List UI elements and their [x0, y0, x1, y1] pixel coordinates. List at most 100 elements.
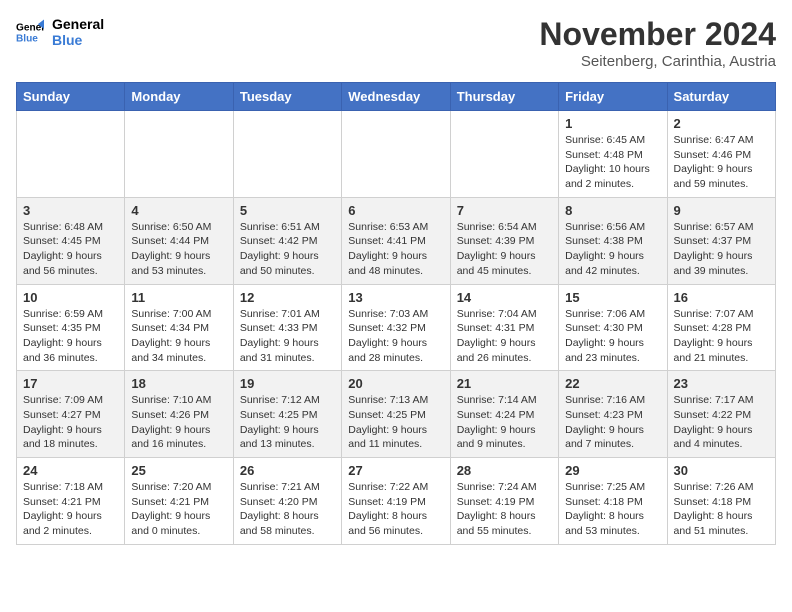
calendar-cell: 10 Sunrise: 6:59 AM Sunset: 4:35 PM Dayli…: [17, 284, 125, 371]
day-info: Sunrise: 7:04 AM Sunset: 4:31 PM Dayligh…: [457, 307, 552, 366]
day-number: 28: [457, 463, 552, 478]
day-header-friday: Friday: [559, 83, 667, 111]
calendar-cell: 7Sunrise: 6:54 AM Sunset: 4:39 PM Daylig…: [450, 197, 558, 284]
day-info: Sunrise: 6:47 AM Sunset: 4:46 PM Dayligh…: [674, 133, 769, 192]
calendar-cell: 6Sunrise: 6:53 AM Sunset: 4:41 PM Daylig…: [342, 197, 450, 284]
calendar-cell: [450, 111, 558, 198]
day-info: Sunrise: 6:53 AM Sunset: 4:41 PM Dayligh…: [348, 220, 443, 279]
calendar-cell: 21 Sunrise: 7:14 AM Sunset: 4:24 PM Dayli…: [450, 371, 558, 458]
calendar-cell: 20 Sunrise: 7:13 AM Sunset: 4:25 PM Dayli…: [342, 371, 450, 458]
month-title: November 2024: [539, 16, 776, 53]
svg-text:Blue: Blue: [16, 33, 38, 44]
calendar-cell: 16 Sunrise: 7:07 AM Sunset: 4:28 PM Dayli…: [667, 284, 775, 371]
header-row: SundayMondayTuesdayWednesdayThursdayFrid…: [17, 83, 776, 111]
title-area: November 2024 Seitenberg, Carinthia, Aus…: [539, 16, 776, 70]
day-number: 5: [240, 203, 335, 218]
calendar-cell: 14Sunrise: 7:04 AM Sunset: 4:31 PM Dayli…: [450, 284, 558, 371]
day-number: 12: [240, 290, 335, 305]
calendar-cell: [125, 111, 233, 198]
day-number: 20: [348, 376, 443, 391]
day-number: 10: [23, 290, 118, 305]
week-row-4: 24 Sunrise: 7:18 AM Sunset: 4:21 PM Dayli…: [17, 458, 776, 545]
logo-line2: Blue: [52, 32, 104, 48]
day-number: 18: [131, 376, 226, 391]
day-info: Sunrise: 7:18 AM Sunset: 4:21 PM Dayligh…: [23, 480, 118, 539]
day-info: Sunrise: 7:14 AM Sunset: 4:24 PM Dayligh…: [457, 393, 552, 452]
calendar-cell: 1Sunrise: 6:45 AM Sunset: 4:48 PM Daylig…: [559, 111, 667, 198]
day-number: 30: [674, 463, 769, 478]
calendar-cell: 18 Sunrise: 7:10 AM Sunset: 4:26 PM Dayli…: [125, 371, 233, 458]
calendar-cell: 26Sunrise: 7:21 AM Sunset: 4:20 PM Dayli…: [233, 458, 341, 545]
day-info: Sunrise: 7:12 AM Sunset: 4:25 PM Dayligh…: [240, 393, 335, 452]
day-number: 19: [240, 376, 335, 391]
day-header-saturday: Saturday: [667, 83, 775, 111]
day-number: 8: [565, 203, 660, 218]
calendar-cell: 25 Sunrise: 7:20 AM Sunset: 4:21 PM Dayli…: [125, 458, 233, 545]
week-row-2: 10 Sunrise: 6:59 AM Sunset: 4:35 PM Dayli…: [17, 284, 776, 371]
calendar-cell: 11 Sunrise: 7:00 AM Sunset: 4:34 PM Dayli…: [125, 284, 233, 371]
day-number: 16: [674, 290, 769, 305]
header: General Blue General Blue November 2024 …: [16, 16, 776, 70]
day-number: 11: [131, 290, 226, 305]
day-info: Sunrise: 7:01 AM Sunset: 4:33 PM Dayligh…: [240, 307, 335, 366]
logo-icon: General Blue: [16, 18, 44, 46]
calendar-cell: 5 Sunrise: 6:51 AM Sunset: 4:42 PM Daylig…: [233, 197, 341, 284]
day-info: Sunrise: 7:07 AM Sunset: 4:28 PM Dayligh…: [674, 307, 769, 366]
calendar-cell: 27Sunrise: 7:22 AM Sunset: 4:19 PM Dayli…: [342, 458, 450, 545]
day-info: Sunrise: 6:57 AM Sunset: 4:37 PM Dayligh…: [674, 220, 769, 279]
day-number: 24: [23, 463, 118, 478]
day-info: Sunrise: 6:51 AM Sunset: 4:42 PM Dayligh…: [240, 220, 335, 279]
calendar-cell: 30Sunrise: 7:26 AM Sunset: 4:18 PM Dayli…: [667, 458, 775, 545]
logo-line1: General: [52, 16, 104, 32]
day-info: Sunrise: 7:25 AM Sunset: 4:18 PM Dayligh…: [565, 480, 660, 539]
week-row-3: 17 Sunrise: 7:09 AM Sunset: 4:27 PM Dayli…: [17, 371, 776, 458]
day-info: Sunrise: 6:48 AM Sunset: 4:45 PM Dayligh…: [23, 220, 118, 279]
day-info: Sunrise: 6:50 AM Sunset: 4:44 PM Dayligh…: [131, 220, 226, 279]
day-header-sunday: Sunday: [17, 83, 125, 111]
calendar-cell: 3 Sunrise: 6:48 AM Sunset: 4:45 PM Daylig…: [17, 197, 125, 284]
day-header-tuesday: Tuesday: [233, 83, 341, 111]
day-number: 4: [131, 203, 226, 218]
day-number: 2: [674, 116, 769, 131]
day-number: 17: [23, 376, 118, 391]
day-number: 13: [348, 290, 443, 305]
day-info: Sunrise: 7:16 AM Sunset: 4:23 PM Dayligh…: [565, 393, 660, 452]
day-number: 15: [565, 290, 660, 305]
day-info: Sunrise: 7:13 AM Sunset: 4:25 PM Dayligh…: [348, 393, 443, 452]
logo: General Blue General Blue: [16, 16, 104, 48]
day-number: 1: [565, 116, 660, 131]
day-number: 7: [457, 203, 552, 218]
day-info: Sunrise: 6:59 AM Sunset: 4:35 PM Dayligh…: [23, 307, 118, 366]
week-row-1: 3 Sunrise: 6:48 AM Sunset: 4:45 PM Daylig…: [17, 197, 776, 284]
day-number: 26: [240, 463, 335, 478]
day-info: Sunrise: 7:09 AM Sunset: 4:27 PM Dayligh…: [23, 393, 118, 452]
day-info: Sunrise: 7:03 AM Sunset: 4:32 PM Dayligh…: [348, 307, 443, 366]
day-info: Sunrise: 7:24 AM Sunset: 4:19 PM Dayligh…: [457, 480, 552, 539]
day-info: Sunrise: 7:20 AM Sunset: 4:21 PM Dayligh…: [131, 480, 226, 539]
calendar-cell: 2 Sunrise: 6:47 AM Sunset: 4:46 PM Daylig…: [667, 111, 775, 198]
calendar-table: SundayMondayTuesdayWednesdayThursdayFrid…: [16, 82, 776, 545]
day-number: 3: [23, 203, 118, 218]
day-number: 23: [674, 376, 769, 391]
calendar-cell: 15 Sunrise: 7:06 AM Sunset: 4:30 PM Dayli…: [559, 284, 667, 371]
calendar-cell: 8 Sunrise: 6:56 AM Sunset: 4:38 PM Daylig…: [559, 197, 667, 284]
day-header-wednesday: Wednesday: [342, 83, 450, 111]
day-header-monday: Monday: [125, 83, 233, 111]
day-number: 21: [457, 376, 552, 391]
location-subtitle: Seitenberg, Carinthia, Austria: [539, 53, 776, 70]
day-number: 25: [131, 463, 226, 478]
calendar-cell: 19 Sunrise: 7:12 AM Sunset: 4:25 PM Dayli…: [233, 371, 341, 458]
calendar-cell: 17 Sunrise: 7:09 AM Sunset: 4:27 PM Dayli…: [17, 371, 125, 458]
calendar-cell: 13 Sunrise: 7:03 AM Sunset: 4:32 PM Dayli…: [342, 284, 450, 371]
calendar-cell: 4 Sunrise: 6:50 AM Sunset: 4:44 PM Daylig…: [125, 197, 233, 284]
day-header-thursday: Thursday: [450, 83, 558, 111]
day-info: Sunrise: 7:00 AM Sunset: 4:34 PM Dayligh…: [131, 307, 226, 366]
day-number: 9: [674, 203, 769, 218]
calendar-cell: 24 Sunrise: 7:18 AM Sunset: 4:21 PM Dayli…: [17, 458, 125, 545]
day-info: Sunrise: 6:56 AM Sunset: 4:38 PM Dayligh…: [565, 220, 660, 279]
calendar-cell: [17, 111, 125, 198]
day-info: Sunrise: 7:10 AM Sunset: 4:26 PM Dayligh…: [131, 393, 226, 452]
calendar-cell: [342, 111, 450, 198]
day-info: Sunrise: 7:06 AM Sunset: 4:30 PM Dayligh…: [565, 307, 660, 366]
day-number: 22: [565, 376, 660, 391]
